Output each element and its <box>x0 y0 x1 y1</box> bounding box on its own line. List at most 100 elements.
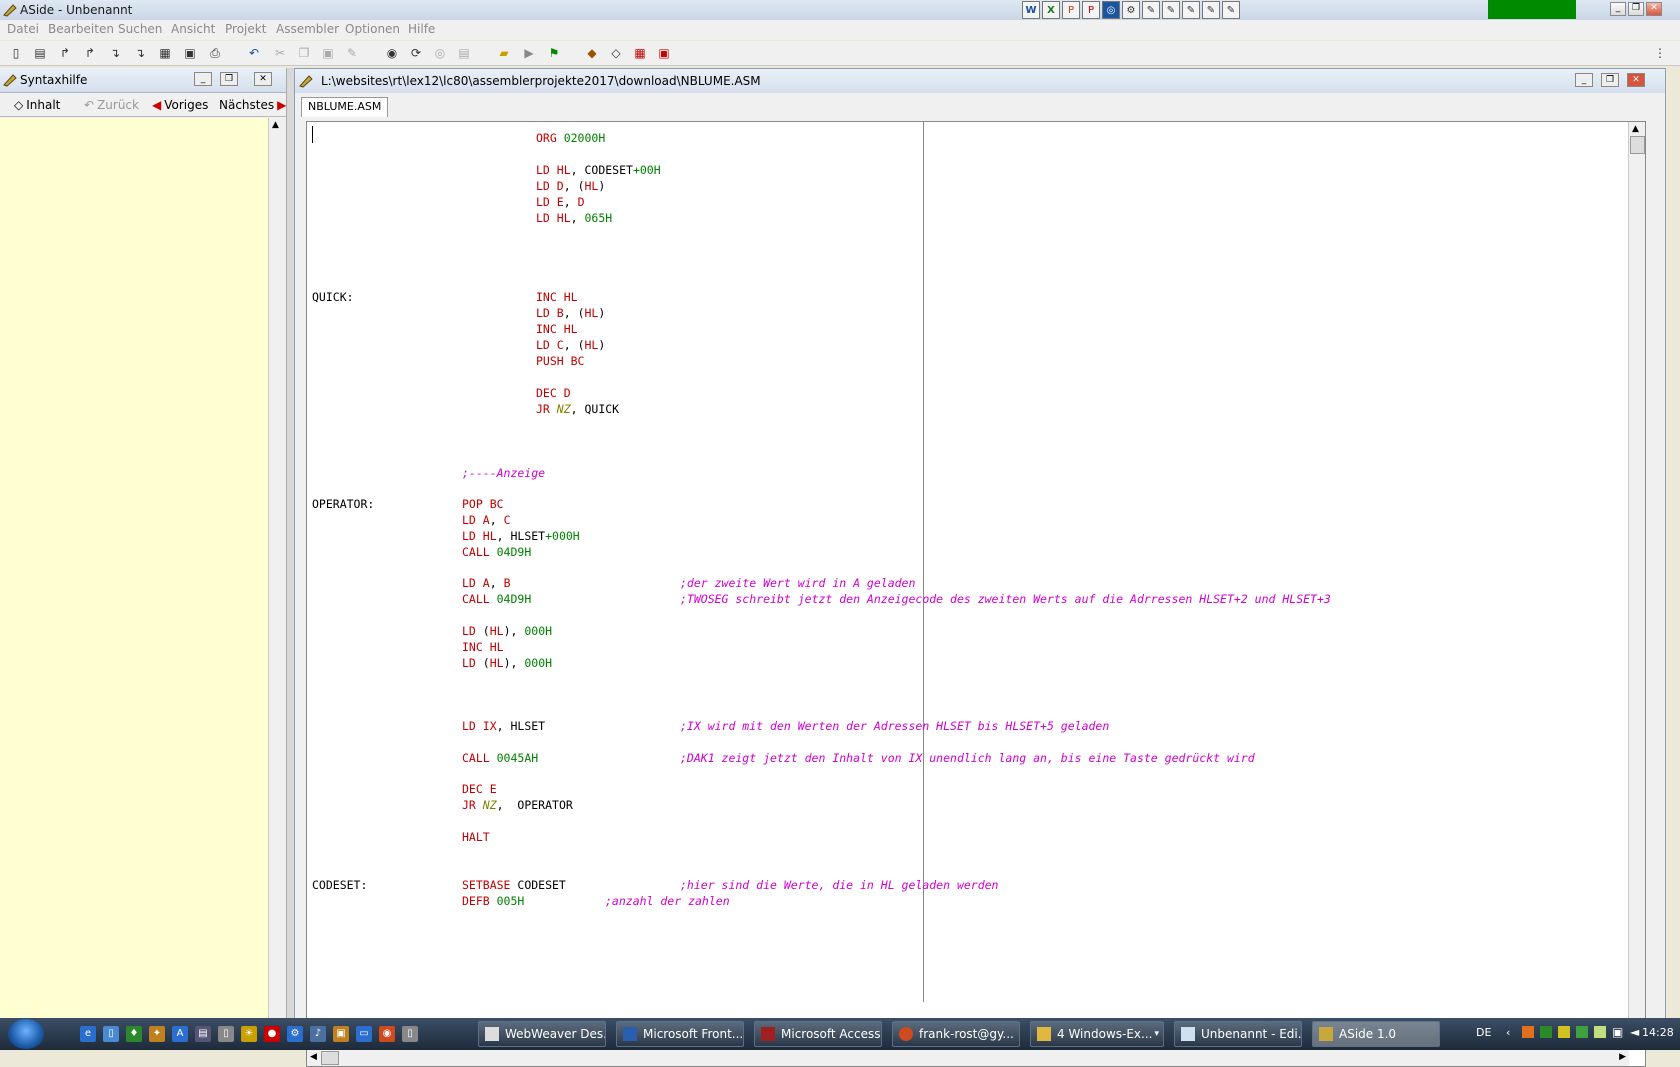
export-icon[interactable]: ▣ <box>182 45 198 61</box>
notes-icon[interactable]: ✎ <box>1202 1 1220 19</box>
paste-icon[interactable]: ▣ <box>320 45 336 61</box>
quicklaunch-icon[interactable]: ▯ <box>218 1026 234 1042</box>
toolbar-options-icon[interactable]: ⋮ <box>1652 45 1668 61</box>
scroll-right-icon[interactable]: ▶ <box>1619 1052 1626 1062</box>
powerpoint-icon[interactable]: P <box>1062 1 1080 19</box>
print-icon[interactable]: ⎙ <box>207 45 223 61</box>
tray-expand-icon[interactable]: ‹ <box>1506 1026 1510 1039</box>
menu-ansicht[interactable]: Ansicht <box>171 22 215 36</box>
network-icon[interactable]: ▣ <box>1612 1025 1623 1039</box>
task-aside[interactable]: ASide 1.0 <box>1312 1021 1440 1047</box>
quicklaunch-icon[interactable]: ▭ <box>356 1026 372 1042</box>
new-file-icon[interactable]: ▯ <box>8 45 24 61</box>
scroll-left-icon[interactable]: ◀ <box>310 1052 317 1062</box>
panel-close-button[interactable]: ✕ <box>254 72 272 86</box>
start-button[interactable] <box>8 1019 44 1049</box>
quicklaunch-icon[interactable]: ▣ <box>333 1026 349 1042</box>
restore-button[interactable]: ❐ <box>1628 2 1644 16</box>
quicklaunch-icon[interactable]: ▯ <box>402 1026 418 1042</box>
next-button[interactable]: Nächstes ▶ <box>219 96 286 114</box>
quicklaunch-icon[interactable]: ♦ <box>126 1026 142 1042</box>
task-webweaver[interactable]: WebWeaver Des... <box>478 1021 606 1047</box>
help-scrollbar[interactable]: ▲ <box>268 118 285 1018</box>
notes-icon[interactable]: ✎ <box>1182 1 1200 19</box>
word-icon[interactable]: W <box>1022 1 1040 19</box>
save-all-icon[interactable]: ↴ <box>132 45 148 61</box>
back-button[interactable]: ↶ Zurück <box>84 96 139 114</box>
quicklaunch-icon[interactable]: ▤ <box>195 1026 211 1042</box>
scroll-up-icon[interactable]: ▲ <box>272 120 279 130</box>
ie-icon[interactable]: e <box>80 1026 96 1042</box>
menu-hilfe[interactable]: Hilfe <box>408 22 435 36</box>
help-book-icon[interactable]: ◇ <box>608 45 624 61</box>
menu-optionen[interactable]: Optionen <box>345 22 400 36</box>
compile-icon[interactable]: ▤ <box>456 45 472 61</box>
clock[interactable]: 14:28 <box>1642 1026 1674 1039</box>
excel-icon[interactable]: X <box>1042 1 1060 19</box>
volume-icon[interactable]: ◄ <box>1630 1025 1639 1039</box>
chrome-icon[interactable]: ◉ <box>379 1026 395 1042</box>
eraser-icon[interactable]: ◆ <box>584 45 600 61</box>
utility-icon[interactable]: ⚙ <box>1122 1 1140 19</box>
group-dropdown-icon[interactable]: ▾ <box>1154 1022 1159 1046</box>
open-project-icon[interactable]: ↱ <box>82 45 98 61</box>
panel-restore-button[interactable]: ❐ <box>220 72 238 86</box>
tray-app-icon[interactable] <box>1522 1026 1534 1038</box>
menu-bearbeiten[interactable]: Bearbeiten <box>48 22 114 36</box>
undo-icon[interactable]: ↶ <box>246 45 262 61</box>
save-icon[interactable]: ↴ <box>107 45 123 61</box>
code-editor[interactable]: ORG 02000H LD HL, CODESET+00H LD D, (HL) LD… <box>306 121 1646 1067</box>
replace-icon[interactable]: ⟳ <box>408 45 424 61</box>
quicklaunch-icon[interactable]: ⚙ <box>287 1026 303 1042</box>
editor-restore-button[interactable]: ❐ <box>1601 73 1619 87</box>
app-icon[interactable]: ◎ <box>1102 1 1120 19</box>
quicklaunch-icon[interactable]: A <box>172 1026 188 1042</box>
menu-assembler[interactable]: Assembler <box>276 22 339 36</box>
notes-icon[interactable]: ✎ <box>1142 1 1160 19</box>
save-as-icon[interactable]: ▦ <box>157 45 173 61</box>
previous-button[interactable]: ◀ Voriges <box>152 96 208 114</box>
task-explorer[interactable]: 4 Windows-Ex... ▾ <box>1030 1021 1164 1047</box>
scroll-thumb[interactable] <box>1630 136 1645 154</box>
task-editor[interactable]: Unbenannt - Edi... <box>1174 1021 1302 1047</box>
minimize-button[interactable]: _ <box>1610 2 1626 16</box>
language-indicator[interactable]: DE <box>1476 1026 1491 1039</box>
new-project-icon[interactable]: ▤ <box>32 45 48 61</box>
editor-close-button[interactable]: ✕ <box>1627 73 1645 87</box>
hscroll-thumb[interactable] <box>321 1051 339 1065</box>
format-icon[interactable]: ✎ <box>344 45 360 61</box>
export-icon[interactable]: ▦ <box>632 45 648 61</box>
find-icon[interactable]: ◉ <box>384 45 400 61</box>
notes-icon[interactable]: ✎ <box>1222 1 1240 19</box>
cut-icon[interactable]: ✂ <box>272 45 288 61</box>
scroll-up-icon[interactable]: ▲ <box>1632 124 1639 134</box>
tray-app-icon[interactable] <box>1594 1026 1606 1038</box>
tray-app-icon[interactable] <box>1540 1026 1552 1038</box>
notes-icon[interactable]: ✎ <box>1162 1 1180 19</box>
editor-minimize-button[interactable]: _ <box>1575 73 1593 87</box>
editor-vertical-scrollbar[interactable]: ▲ ▼ <box>1628 122 1645 1048</box>
panel-minimize-button[interactable]: _ <box>194 72 212 86</box>
task-access[interactable]: Microsoft Access <box>754 1021 882 1047</box>
tab-nblume-asm[interactable]: NBLUME.ASM <box>301 97 389 117</box>
tray-app-icon[interactable] <box>1576 1026 1588 1038</box>
task-frontpage[interactable]: Microsoft Front... <box>616 1021 744 1047</box>
debug-icon[interactable]: ⚑ <box>546 45 562 61</box>
publisher-icon[interactable]: P <box>1082 1 1100 19</box>
menu-datei[interactable]: Datei <box>7 22 39 36</box>
tray-app-icon[interactable] <box>1558 1026 1570 1038</box>
open-icon[interactable]: ↱ <box>57 45 73 61</box>
assemble-icon[interactable]: ▰ <box>496 45 512 61</box>
contents-button[interactable]: ◇ Inhalt <box>14 96 60 114</box>
quicklaunch-icon[interactable]: ♪ <box>310 1026 326 1042</box>
find-next-icon[interactable]: ◎ <box>432 45 448 61</box>
run-icon[interactable]: ▶ <box>521 45 537 61</box>
help-content-area[interactable] <box>0 118 268 1018</box>
quicklaunch-icon[interactable]: ▯ <box>103 1026 119 1042</box>
quicklaunch-icon[interactable]: ● <box>264 1026 280 1042</box>
menu-projekt[interactable]: Projekt <box>225 22 266 36</box>
copy-icon[interactable]: ❐ <box>296 45 312 61</box>
task-chrome[interactable]: frank-rost@gy... <box>892 1021 1020 1047</box>
menu-suchen[interactable]: Suchen <box>118 22 162 36</box>
stop-icon[interactable]: ▣ <box>656 45 672 61</box>
